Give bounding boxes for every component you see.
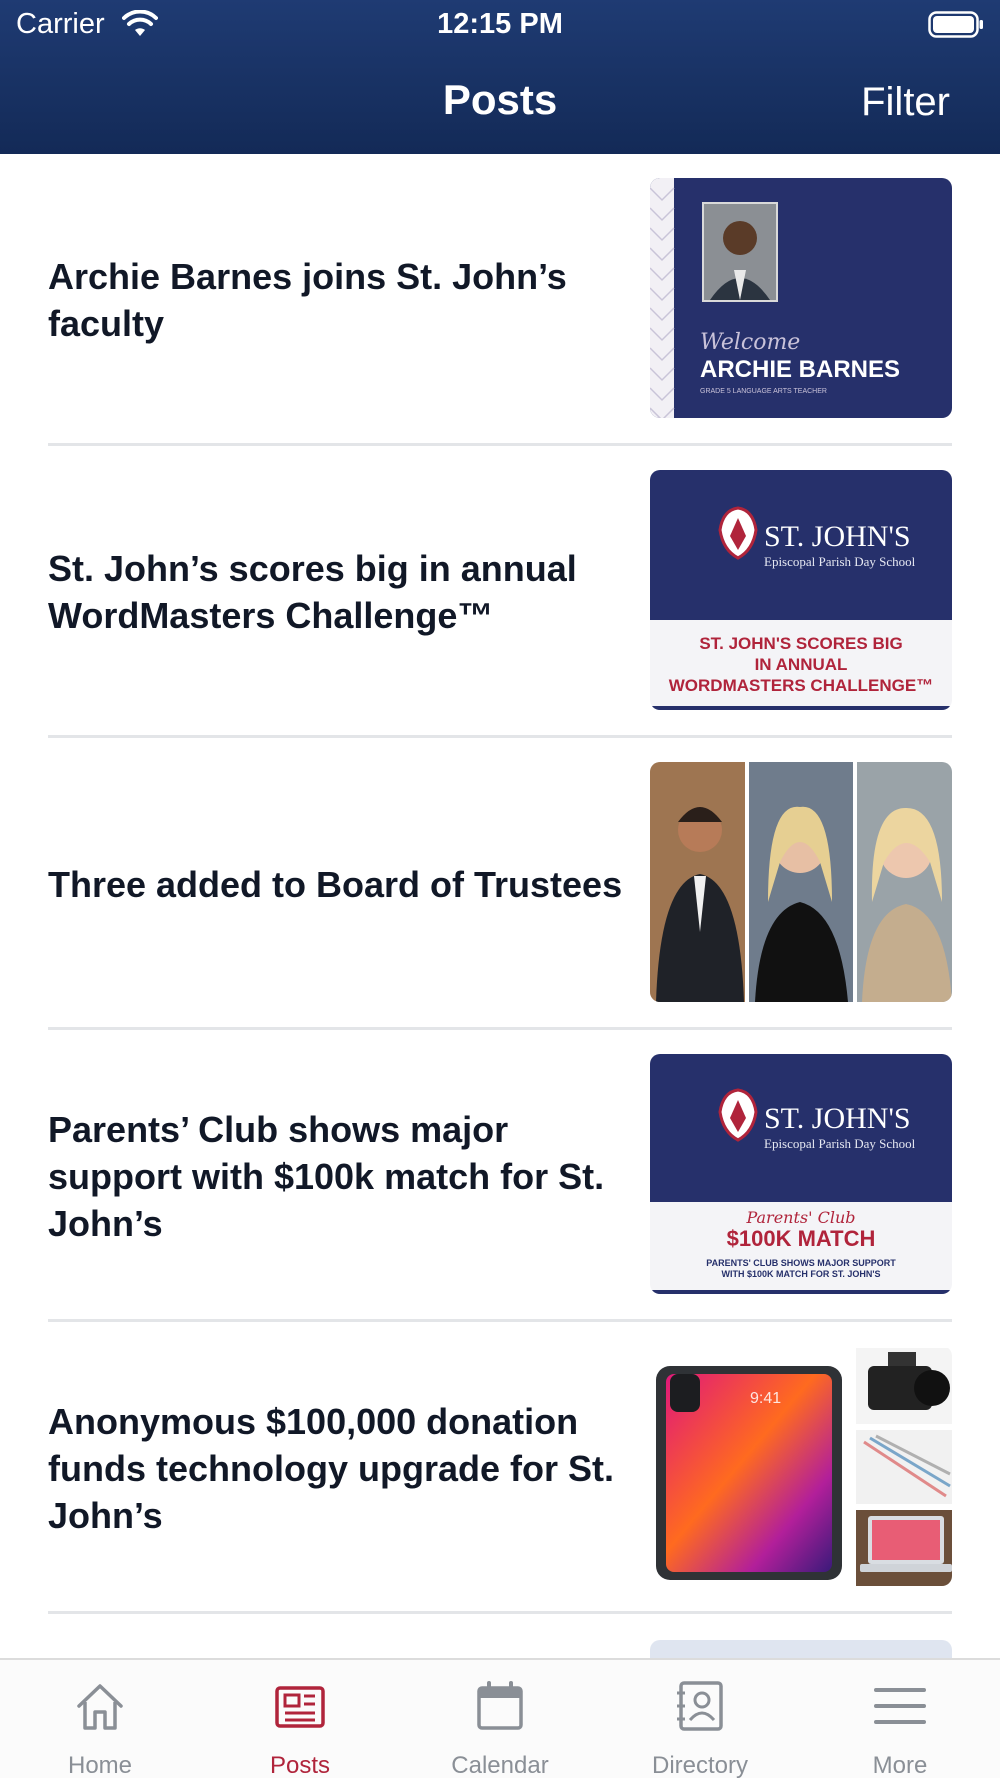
filter-button[interactable]: Filter — [861, 80, 950, 125]
tab-label: Posts — [269, 1752, 331, 1778]
post-thumbnail: ST. JOHN'S Episcopal Parish Day School S… — [650, 470, 952, 710]
battery-icon — [928, 11, 983, 38]
tab-directory[interactable]: Directory — [600, 1660, 800, 1778]
tab-posts[interactable]: Posts — [200, 1660, 400, 1778]
posts-list: Archie Barnes joins St. John’s faculty W… — [0, 154, 1000, 1734]
tab-label: Calendar — [451, 1752, 549, 1778]
device-time-text: 9:41 — [750, 1390, 782, 1407]
thumb-logo-sub: Episcopal Parish Day School — [764, 1136, 916, 1151]
post-thumbnail: ST. JOHN'S Episcopal Parish Day School P… — [650, 1054, 952, 1294]
thumb-logo-name: ST. JOHN'S — [764, 520, 911, 553]
tab-bar: Home Posts Calendar Directory More — [0, 1658, 1000, 1778]
thumb-headline: ST. JOHN'S SCORES BIG IN ANNUAL WORDMAST… — [668, 634, 934, 695]
technology-devices-image — [650, 1346, 952, 1586]
post-thumbnail — [650, 762, 952, 1002]
tab-calendar[interactable]: Calendar — [400, 1660, 600, 1778]
post-title: Three added to Board of Trustees — [48, 863, 623, 905]
tab-more[interactable]: More — [800, 1660, 1000, 1778]
thumb-headline: $100K MATCH — [726, 1226, 876, 1251]
thumb-role-text: GRADE 5 LANGUAGE ARTS TEACHER — [700, 388, 827, 395]
post-thumbnail: 9:41 — [650, 1346, 952, 1586]
post-item[interactable]: Anonymous $100,000 donation funds techno… — [48, 1322, 952, 1614]
post-item[interactable]: St. John’s scores big in annual WordMast… — [48, 446, 952, 738]
directory-icon — [677, 1681, 723, 1731]
calendar-icon — [477, 1681, 523, 1730]
status-bar: Carrier 12:15 PM — [0, 0, 1000, 50]
posts-icon — [275, 1686, 325, 1728]
page-title: Posts — [442, 76, 558, 123]
thumb-logo-sub: Episcopal Parish Day School — [764, 554, 916, 569]
welcome-text: Welcome — [700, 330, 801, 355]
status-time: 12:15 PM — [437, 8, 563, 40]
post-title: Anonymous $100,000 donation funds techno… — [48, 1400, 614, 1536]
menu-icon — [874, 1688, 926, 1724]
navigation-header: Carrier 12:15 PM Posts Filter — [0, 0, 1000, 154]
tab-home[interactable]: Home — [0, 1660, 200, 1778]
post-item[interactable]: Parents’ Club shows major support with $… — [48, 1030, 952, 1322]
post-title: Archie Barnes joins St. John’s faculty — [48, 256, 567, 344]
tab-label: More — [872, 1752, 928, 1778]
post-item[interactable]: Archie Barnes joins St. John’s faculty W… — [48, 154, 952, 446]
thumb-logo-name: ST. JOHN'S — [764, 1102, 911, 1135]
trustees-photos — [650, 762, 952, 1002]
post-thumbnail: Welcome ARCHIE BARNES GRADE 5 LANGUAGE A… — [650, 178, 952, 418]
thumb-name-text: ARCHIE BARNES — [700, 356, 901, 383]
home-icon — [77, 1684, 123, 1730]
post-title: Parents’ Club shows major support with $… — [48, 1108, 605, 1244]
thumb-subtext: PARENTS' CLUB SHOWS MAJOR SUPPORT WITH $… — [706, 1258, 896, 1279]
tab-label: Directory — [651, 1752, 748, 1778]
post-title: St. John’s scores big in annual WordMast… — [48, 548, 577, 636]
tab-label: Home — [67, 1752, 133, 1778]
thumb-script-text: Parents' Club — [746, 1208, 856, 1227]
post-item[interactable]: Three added to Board of Trustees — [48, 738, 952, 1030]
